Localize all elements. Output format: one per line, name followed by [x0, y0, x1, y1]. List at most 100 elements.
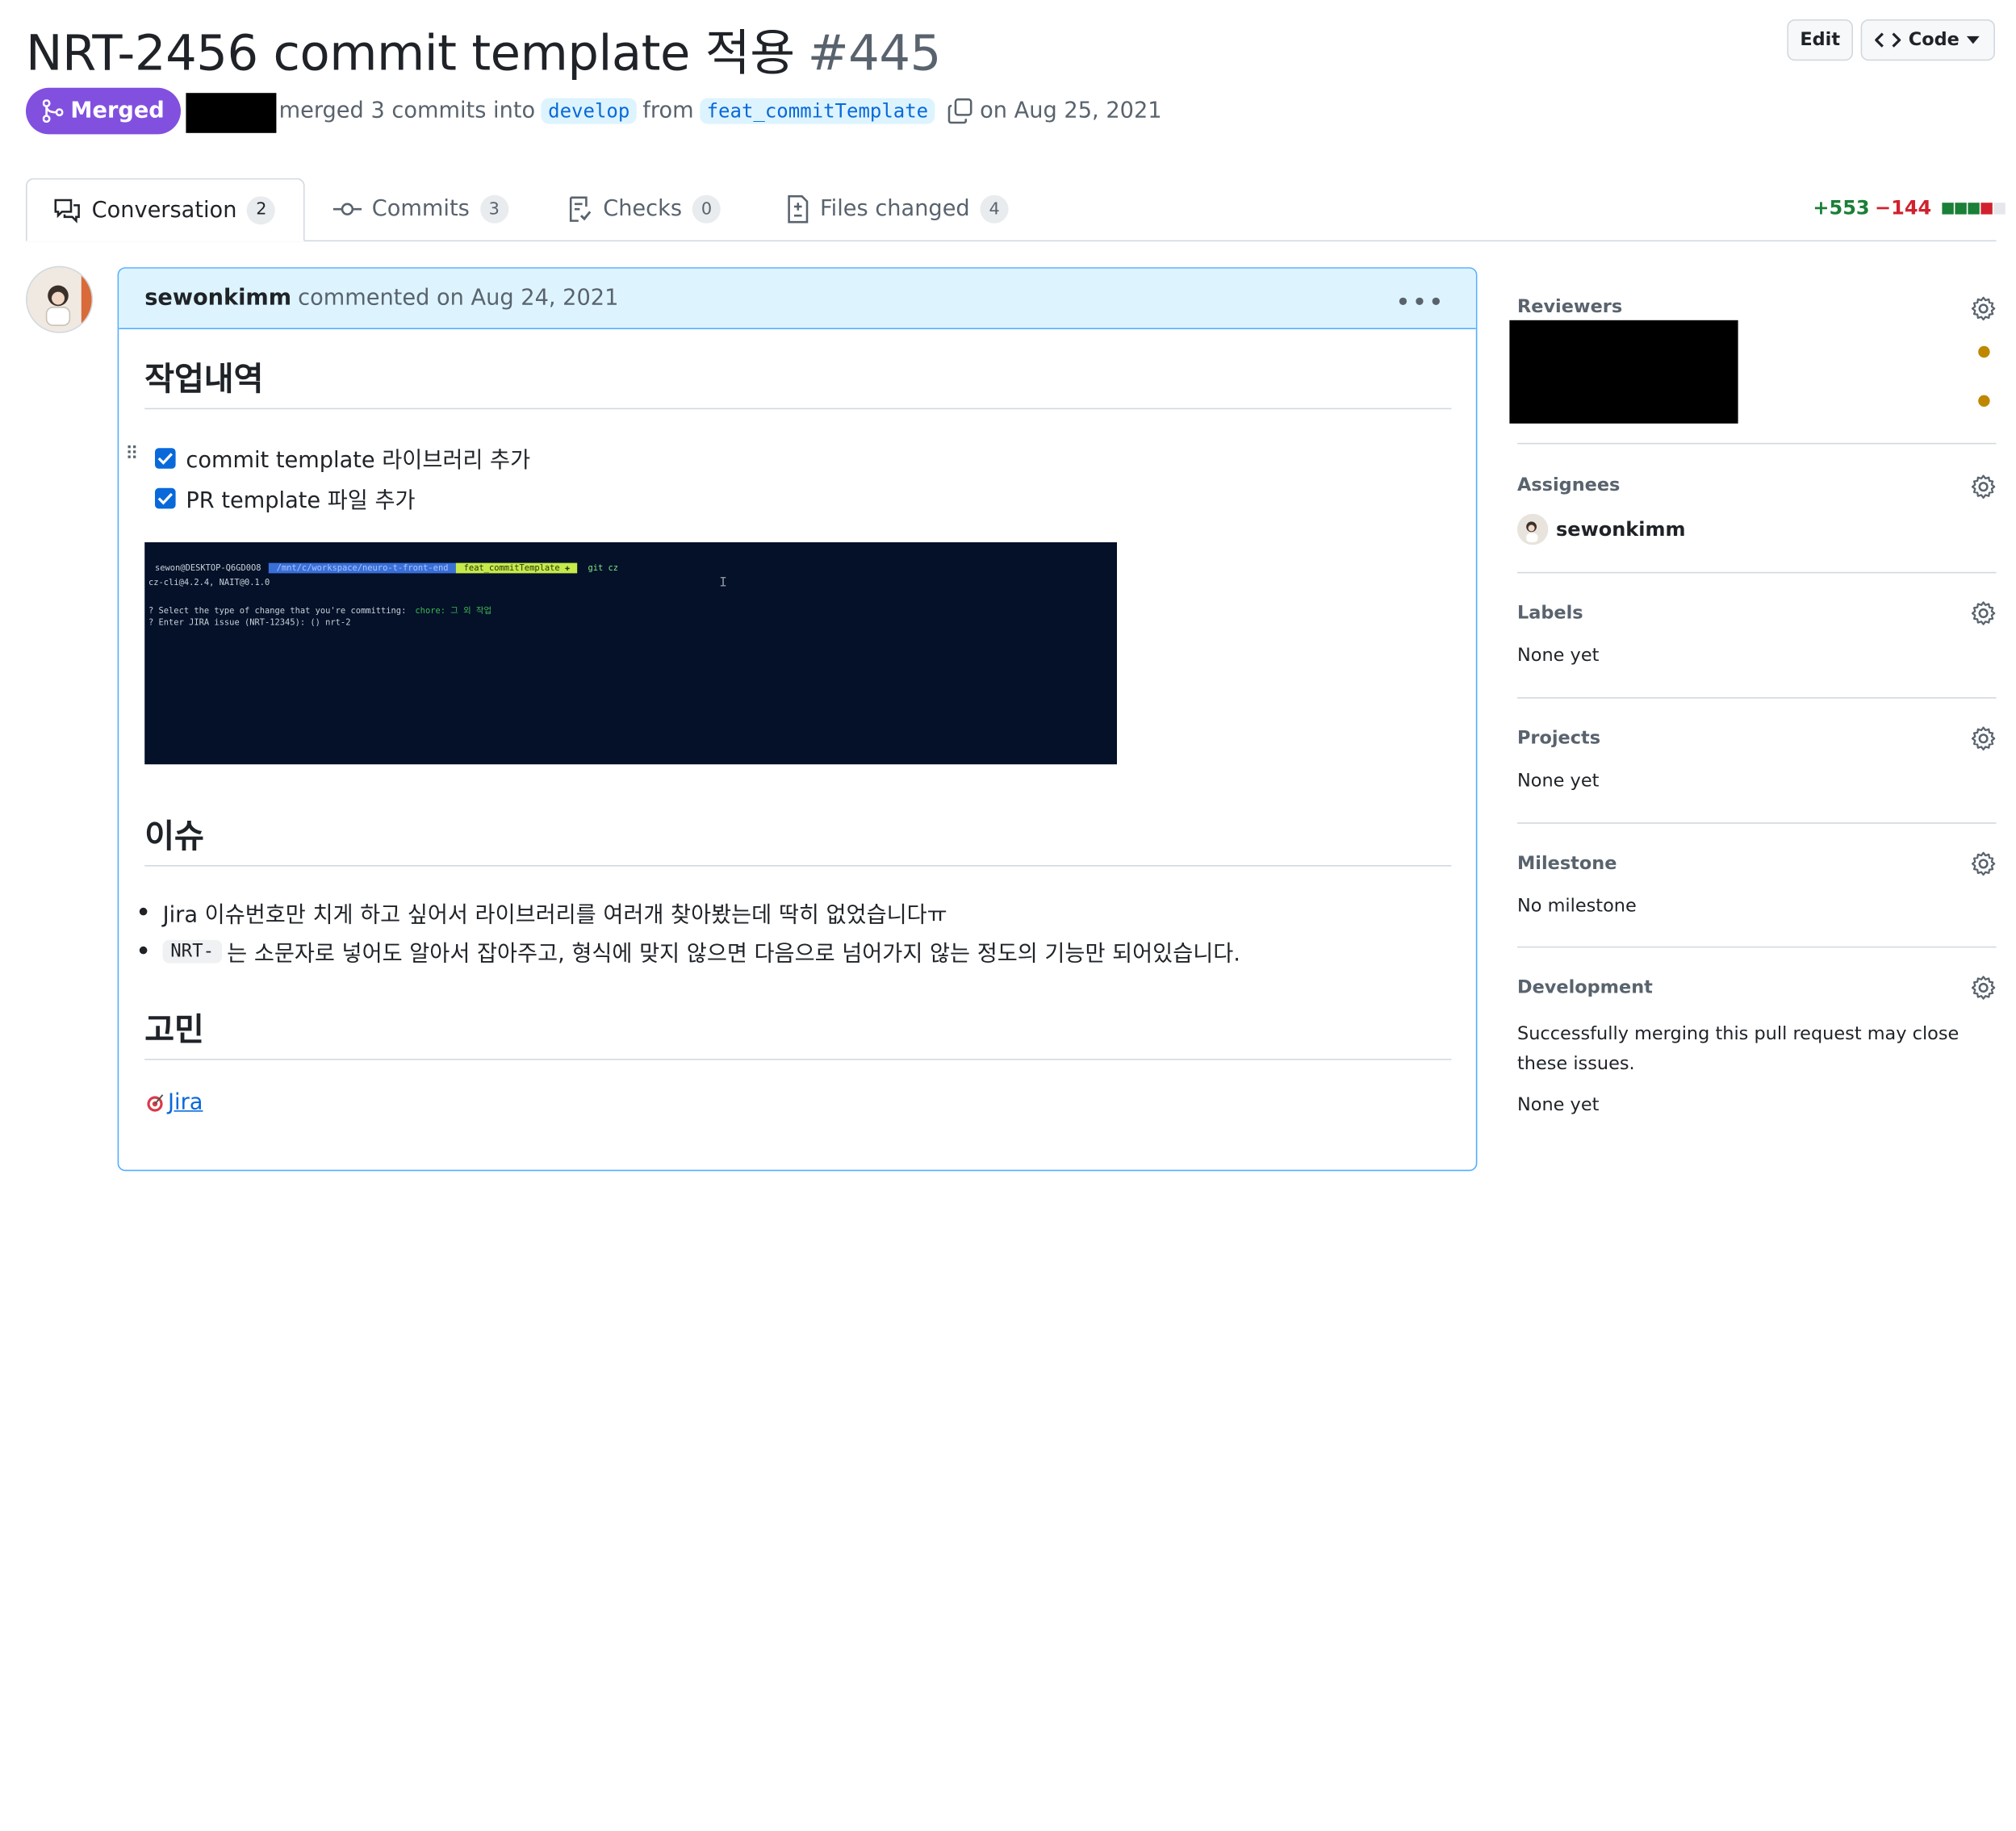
tab-conversation-label: Conversation: [91, 197, 237, 223]
assignee-item[interactable]: sewonkimm: [1517, 513, 1686, 546]
labels-value: None yet: [1517, 646, 1600, 667]
sidebar-divider: [1517, 822, 1997, 824]
git-merge-icon: [42, 99, 63, 123]
kebab-horizontal-icon[interactable]: •••: [1395, 286, 1445, 317]
development-title[interactable]: Development: [1517, 977, 1653, 998]
gear-icon[interactable]: [1971, 851, 1997, 876]
task-item: commit template 라이브러리 추가: [155, 441, 530, 474]
terminal-prompt-path: /mnt/c/workspace/neuro-t-front-end: [268, 562, 457, 574]
assignee-name: sewonkimm: [1556, 517, 1686, 541]
tab-commits-count: 3: [479, 194, 508, 224]
merge-summary: merged 3 commits into develop from feat_…: [279, 97, 1162, 125]
tab-commits-label: Commits: [371, 196, 470, 223]
redacted-author: [186, 93, 277, 133]
gear-icon[interactable]: [1971, 600, 1997, 626]
pending-review-dot-icon: [1978, 395, 1990, 407]
jira-link[interactable]: Jira: [168, 1089, 203, 1115]
checklist-icon: [569, 196, 592, 222]
edit-button[interactable]: Edit: [1787, 19, 1853, 61]
sidebar-divider: [1517, 442, 1997, 445]
gear-icon[interactable]: [1971, 725, 1997, 751]
reviewers-title[interactable]: Reviewers: [1517, 297, 1622, 318]
section-divider: [144, 1059, 1452, 1060]
tab-checks[interactable]: Checks 0: [567, 178, 721, 240]
gear-icon[interactable]: [1971, 975, 1997, 1001]
merged-status-badge: Merged: [26, 87, 181, 135]
jira-link-row: Jira: [144, 1089, 203, 1115]
assignees-title[interactable]: Assignees: [1517, 475, 1620, 496]
from-text: from: [642, 98, 694, 124]
terminal-question: ? Select the type of change that you're …: [148, 605, 407, 617]
tab-commits[interactable]: Commits 3: [333, 178, 508, 240]
task-label: commit template 라이브러리 추가: [186, 448, 531, 474]
git-commit-icon: [333, 203, 362, 215]
tabs-divider: [26, 240, 1997, 242]
bullet-text: 는 소문자로 넣어도 알아서 잡아주고, 형식에 맞지 않으면 다음으로 넘어가…: [227, 941, 1240, 968]
head-branch-link[interactable]: feat_commitTemplate: [700, 98, 935, 124]
sidebar-divider: [1517, 571, 1997, 574]
terminal-prompt-branch: feat_commitTemplate ✚: [456, 562, 578, 574]
milestone-value: No milestone: [1517, 896, 1637, 917]
section-title-concern: 고민: [144, 1010, 204, 1049]
milestone-title[interactable]: Milestone: [1517, 854, 1617, 875]
task-label: PR template 파일 추가: [186, 487, 416, 514]
comment-discussion-icon: [54, 198, 80, 223]
target-emoji-icon: [147, 1094, 164, 1112]
terminal-answer: chore: 그 외 작업: [415, 605, 492, 617]
triangle-down-icon: [1967, 36, 1980, 44]
development-value: None yet: [1517, 1094, 1600, 1116]
author-avatar[interactable]: [26, 265, 94, 333]
tab-files-changed-label: Files changed: [820, 196, 970, 223]
tab-conversation-count: 2: [247, 195, 276, 224]
avatar: [1517, 513, 1549, 546]
drag-handle-icon[interactable]: ⠿: [125, 444, 138, 465]
projects-title[interactable]: Projects: [1517, 728, 1600, 749]
tab-checks-label: Checks: [603, 196, 683, 223]
terminal-line: cz-cli@4.2.4, NAIT@0.1.0: [148, 577, 270, 587]
pr-number: #445: [807, 24, 942, 82]
file-diff-icon: [788, 194, 809, 224]
terminal-line: ? Enter JIRA issue (NRT-12345): () nrt-2: [148, 617, 351, 628]
section-divider: [144, 865, 1452, 867]
pending-review-dot-icon: [1978, 345, 1990, 358]
diffstat-bar: [1940, 196, 2006, 219]
merge-summary-text: merged 3 commits into: [278, 98, 536, 124]
code-button[interactable]: Code: [1860, 19, 1995, 61]
terminal-command: git cz: [588, 562, 619, 574]
sidebar-divider: [1517, 946, 1997, 948]
edit-button-label: Edit: [1800, 29, 1841, 51]
merged-status-label: Merged: [70, 98, 165, 124]
comment-header: sewonkimm commented on Aug 24, 2021 •••: [119, 268, 1476, 329]
diffstat-deletions: −144: [1875, 196, 1932, 219]
sidebar-divider: [1517, 697, 1997, 699]
code-button-label: Code: [1908, 29, 1960, 51]
base-branch-link[interactable]: develop: [542, 98, 637, 124]
checkbox[interactable]: [155, 487, 176, 508]
pr-title: NRT-2456 commit template 적용 #445: [26, 13, 941, 84]
checkbox[interactable]: [155, 447, 176, 468]
comment-author[interactable]: sewonkimm: [144, 286, 291, 311]
projects-value: None yet: [1517, 771, 1600, 792]
pr-title-text: NRT-2456 commit template 적용: [26, 24, 795, 82]
tab-conversation[interactable]: Conversation 2: [26, 178, 305, 242]
section-title-work: 작업내역: [144, 360, 264, 398]
bullet-text: Jira 이슈번호만 치게 하고 싶어서 라이브러리를 여러개 찾아봤는데 딱히…: [162, 902, 947, 929]
comment-meta[interactable]: commented on Aug 24, 2021: [298, 286, 618, 311]
comment-box: sewonkimm commented on Aug 24, 2021 ••• …: [117, 267, 1478, 1172]
list-item: Jira 이슈번호만 치게 하고 싶어서 라이브러리를 여러개 찾아봤는데 딱히…: [139, 896, 947, 929]
copy-icon[interactable]: [947, 97, 975, 125]
diffstat-additions: +553: [1813, 196, 1870, 219]
text-cursor-icon: I: [719, 575, 727, 591]
terminal-prompt-user: sewon@DESKTOP-Q6GD0O8: [155, 562, 261, 574]
gear-icon[interactable]: [1971, 474, 1997, 500]
tab-files-changed-count: 4: [980, 194, 1009, 224]
labels-title[interactable]: Labels: [1517, 603, 1583, 624]
tab-files-changed[interactable]: Files changed 4: [786, 178, 1009, 240]
section-divider: [144, 408, 1452, 410]
code-icon: [1875, 32, 1901, 48]
gear-icon[interactable]: [1971, 295, 1997, 321]
merge-date: on Aug 25, 2021: [980, 98, 1162, 124]
inline-code: NRT-: [162, 939, 222, 963]
section-title-issue: 이슈: [144, 817, 204, 855]
terminal-screenshot[interactable]: sewon@DESKTOP-Q6GD0O8 /mnt/c/workspace/n…: [144, 542, 1118, 765]
